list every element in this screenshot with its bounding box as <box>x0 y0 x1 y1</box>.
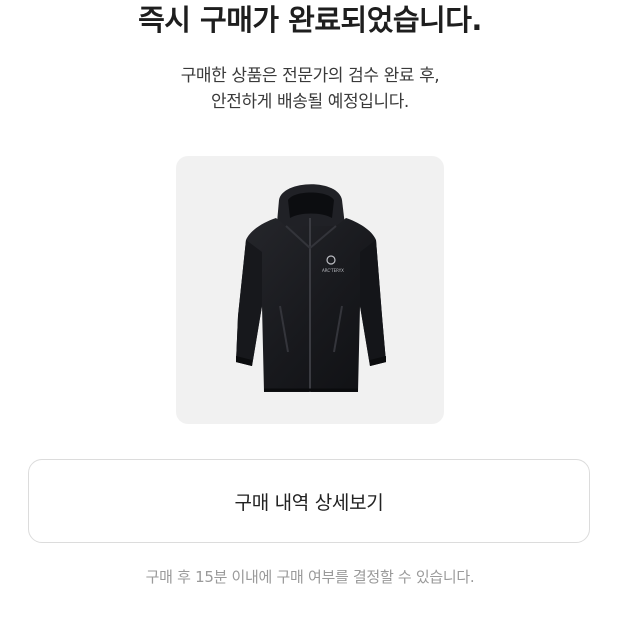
purchase-complete-screen: 즉시 구매가 완료되었습니다. 구매한 상품은 전문가의 검수 완료 후, 안전… <box>0 0 620 620</box>
product-jacket-image: ARC'TERYX <box>236 184 386 392</box>
view-purchase-details-button[interactable]: 구매 내역 상세보기 <box>28 459 590 543</box>
product-image-card: ARC'TERYX <box>176 156 444 424</box>
decision-notice-text: 구매 후 15분 이내에 구매 여부를 결정할 수 있습니다. <box>145 568 475 586</box>
page-title: 즉시 구매가 완료되었습니다. <box>138 3 482 37</box>
svg-text:ARC'TERYX: ARC'TERYX <box>322 268 344 273</box>
page-subtitle: 구매한 상품은 전문가의 검수 완료 후, 안전하게 배송될 예정입니다. <box>0 63 620 115</box>
subtitle-line-2: 안전하게 배송될 예정입니다. <box>211 92 409 112</box>
subtitle-line-1: 구매한 상품은 전문가의 검수 완료 후, <box>180 66 440 86</box>
